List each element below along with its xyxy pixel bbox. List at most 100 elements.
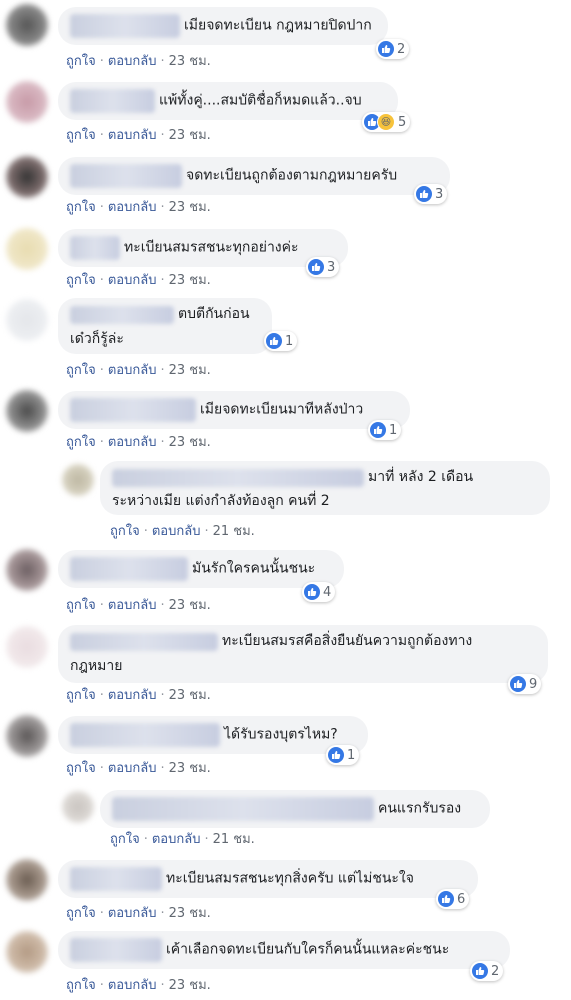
comment-text: มาที่ หลัง 2 เดือน <box>368 469 474 485</box>
like-icon <box>416 186 432 202</box>
like-icon <box>378 41 394 57</box>
comment-text: มันรักใครคนนั้นชนะ <box>192 560 316 577</box>
like-link[interactable]: ถูกใจ <box>66 54 96 69</box>
reaction-count[interactable]: 1 <box>264 331 298 351</box>
avatar[interactable] <box>6 549 48 591</box>
like-link[interactable]: ถูกใจ <box>66 363 96 378</box>
timestamp[interactable]: 23 ชม. <box>169 598 211 613</box>
comment-actions: ถูกใจ · ตอบกลับ · 23 ชม. <box>66 54 211 69</box>
reaction-count[interactable]: 3 <box>414 184 448 204</box>
haha-icon: 😆 <box>377 113 395 131</box>
avatar[interactable] <box>6 228 48 270</box>
comment-text-line2: ระหว่างเมีย แต่งกำลังท้องลูก คนที่ 2 <box>112 492 330 509</box>
author-name-blurred[interactable] <box>70 14 180 38</box>
like-link[interactable]: ถูกใจ <box>66 128 96 143</box>
avatar[interactable] <box>6 390 48 432</box>
timestamp[interactable]: 23 ชม. <box>169 688 211 703</box>
reaction-count[interactable]: 2 <box>470 961 504 981</box>
author-name-blurred[interactable] <box>70 632 218 651</box>
reply-link[interactable]: ตอบกลับ <box>108 598 157 613</box>
comment-actions: ถูกใจ · ตอบกลับ · 23 ชม. <box>66 200 211 215</box>
timestamp[interactable]: 23 ชม. <box>169 363 211 378</box>
timestamp[interactable]: 23 ชม. <box>169 435 211 450</box>
timestamp[interactable]: 23 ชม. <box>169 54 211 69</box>
comment-bubble: ได้รับรองบุตรไหม? <box>58 716 368 754</box>
comment-actions: ถูกใจ · ตอบกลับ · 23 ชม. <box>66 761 211 776</box>
comment-actions: ถูกใจ · ตอบกลับ · 23 ชม. <box>66 978 211 993</box>
like-link[interactable]: ถูกใจ <box>66 906 96 921</box>
timestamp[interactable]: 21 ชม. <box>213 832 255 847</box>
reply-link[interactable]: ตอบกลับ <box>108 363 157 378</box>
comment-text: แพ้ทั้งคู่....สมบัติชื่อก็หมดแล้ว..จบ <box>159 92 362 109</box>
comment-bubble: จดทะเบียนถูกต้องตามกฎหมายครับ <box>58 157 450 195</box>
author-name-blurred[interactable] <box>112 797 374 821</box>
like-link[interactable]: ถูกใจ <box>66 761 96 776</box>
avatar[interactable] <box>6 715 48 757</box>
comment-text: เค้าเลือกจดทะเบียนกับใครก็คนนั้นแหละค่ะช… <box>166 941 450 958</box>
like-icon <box>308 259 324 275</box>
reaction-count[interactable]: 9 <box>508 674 542 694</box>
author-name-blurred[interactable] <box>70 89 155 113</box>
reaction-count[interactable]: 6 <box>436 889 470 909</box>
reply-link[interactable]: ตอบกลับ <box>152 832 201 847</box>
comment-text: คนแรกรับรอง <box>378 800 462 817</box>
avatar[interactable] <box>6 4 48 46</box>
avatar[interactable] <box>62 464 94 496</box>
avatar[interactable] <box>6 859 48 901</box>
reply-link[interactable]: ตอบกลับ <box>108 435 157 450</box>
comment: เมียจดทะเบียน กฎหมายปิดปาก 2 ถูกใจ · ตอบกล… <box>0 0 571 72</box>
author-name-blurred[interactable] <box>70 236 120 260</box>
reply-link[interactable]: ตอบกลับ <box>108 200 157 215</box>
reaction-count[interactable]: 2 <box>376 39 410 59</box>
author-name-blurred[interactable] <box>70 164 182 188</box>
avatar[interactable] <box>6 299 48 341</box>
reply-link[interactable]: ตอบกลับ <box>108 273 157 288</box>
avatar[interactable] <box>6 156 48 198</box>
like-link[interactable]: ถูกใจ <box>66 273 96 288</box>
comment-bubble: ตบตีกันก่อน เด๋วก็รู้ล่ะ <box>58 298 272 354</box>
reply-link[interactable]: ตอบกลับ <box>152 524 201 539</box>
reply-link[interactable]: ตอบกลับ <box>108 761 157 776</box>
author-name-blurred[interactable] <box>70 867 162 891</box>
timestamp[interactable]: 23 ชม. <box>169 128 211 143</box>
timestamp[interactable]: 23 ชม. <box>169 761 211 776</box>
timestamp[interactable]: 23 ชม. <box>169 906 211 921</box>
reply-link[interactable]: ตอบกลับ <box>108 688 157 703</box>
like-link[interactable]: ถูกใจ <box>66 435 96 450</box>
reaction-count[interactable]: 😆 5 <box>362 112 411 132</box>
comment-text: ทะเบียนสมรสคือสิ่งยืนยันความถูกต้องทาง <box>222 633 473 649</box>
like-icon <box>304 584 320 600</box>
like-link[interactable]: ถูกใจ <box>66 598 96 613</box>
timestamp[interactable]: 21 ชม. <box>213 524 255 539</box>
like-link[interactable]: ถูกใจ <box>110 832 140 847</box>
reply-link[interactable]: ตอบกลับ <box>108 906 157 921</box>
reply-link[interactable]: ตอบกลับ <box>108 978 157 993</box>
like-link[interactable]: ถูกใจ <box>110 524 140 539</box>
like-icon <box>328 747 344 763</box>
reaction-count[interactable]: 4 <box>302 582 336 602</box>
reaction-count[interactable]: 1 <box>368 420 402 440</box>
timestamp[interactable]: 23 ชม. <box>169 200 211 215</box>
author-name-blurred[interactable] <box>112 468 364 487</box>
avatar[interactable] <box>6 931 48 973</box>
like-link[interactable]: ถูกใจ <box>66 200 96 215</box>
author-name-blurred[interactable] <box>70 398 196 422</box>
author-name-blurred[interactable] <box>70 305 174 324</box>
timestamp[interactable]: 23 ชม. <box>169 273 211 288</box>
reaction-count[interactable]: 1 <box>326 745 360 765</box>
reply-link[interactable]: ตอบกลับ <box>108 128 157 143</box>
comment-text: ตบตีกันก่อน <box>178 306 250 322</box>
comment-bubble: เค้าเลือกจดทะเบียนกับใครก็คนนั้นแหละค่ะช… <box>58 931 510 969</box>
like-link[interactable]: ถูกใจ <box>66 978 96 993</box>
avatar[interactable] <box>6 81 48 123</box>
timestamp[interactable]: 23 ชม. <box>169 978 211 993</box>
reply-link[interactable]: ตอบกลับ <box>108 54 157 69</box>
author-name-blurred[interactable] <box>70 938 162 962</box>
comment-actions: ถูกใจ · ตอบกลับ · 23 ชม. <box>66 273 211 288</box>
author-name-blurred[interactable] <box>70 557 188 581</box>
like-link[interactable]: ถูกใจ <box>66 688 96 703</box>
avatar[interactable] <box>62 791 94 823</box>
avatar[interactable] <box>6 626 48 668</box>
author-name-blurred[interactable] <box>70 723 220 747</box>
reaction-count[interactable]: 3 <box>306 257 340 277</box>
